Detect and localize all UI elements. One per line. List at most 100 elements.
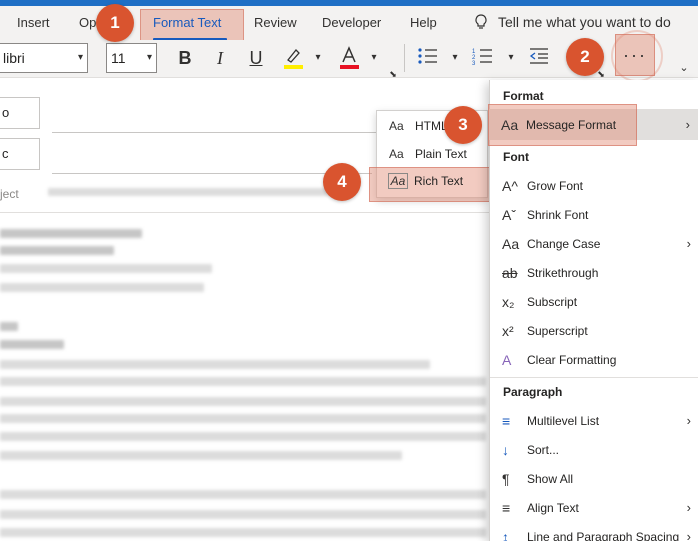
font-section-header: Font — [503, 150, 529, 164]
decrease-indent-button[interactable] — [527, 46, 551, 70]
font-color-icon — [340, 46, 359, 69]
svg-text:3: 3 — [472, 61, 476, 66]
bullet-list-icon — [418, 48, 437, 64]
menu-item-show-all[interactable]: ¶ Show All — [490, 464, 698, 493]
menu-item-message-format[interactable]: Aa Message Format › — [489, 110, 698, 139]
dialog-launcher-icon[interactable]: ⬊ — [388, 62, 398, 86]
tell-me-search[interactable]: Tell me what you want to do — [474, 14, 671, 30]
format-aa-icon: Aa — [388, 173, 408, 189]
font-size-value: 11 — [111, 50, 126, 66]
chevron-down-icon: ▾ — [77, 52, 83, 63]
menu-item-line-spacing[interactable]: ↕ Line and Paragraph Spacing › — [490, 522, 698, 541]
to-button[interactable]: o — [0, 97, 40, 129]
more-options-button[interactable]: ··· — [615, 34, 655, 76]
font-size-combo[interactable]: 11 ▾ — [106, 43, 157, 73]
menu-item-grow-font[interactable]: A^ Grow Font — [490, 171, 698, 200]
menu-item-rich-text[interactable]: Aa Rich Text — [376, 169, 488, 193]
chevron-down-icon[interactable]: ▾ — [450, 46, 460, 70]
menu-item-shrink-font[interactable]: Aˇ Shrink Font — [490, 200, 698, 229]
tell-me-text: Tell me what you want to do — [498, 14, 671, 30]
step-badge-3: 3 — [444, 106, 482, 144]
chevron-right-icon: › — [686, 236, 691, 251]
menu-item-multilevel-list[interactable]: ≡ Multilevel List › — [490, 406, 698, 435]
chevron-down-icon[interactable]: ▾ — [313, 46, 323, 70]
tab-insert[interactable]: Insert — [17, 15, 50, 30]
font-name-combo[interactable]: libri ▾ — [0, 43, 88, 73]
bold-button[interactable]: B — [176, 46, 194, 70]
underline-button[interactable]: U — [247, 46, 265, 70]
italic-button[interactable]: I — [211, 46, 229, 70]
lightbulb-icon — [475, 14, 487, 29]
subject-label: ject — [0, 187, 19, 201]
clear-formatting-icon: A — [502, 351, 512, 368]
bullets-button[interactable] — [416, 46, 440, 70]
subject-field[interactable] — [48, 188, 328, 196]
menu-item-strikethrough[interactable]: ab Strikethrough — [490, 258, 698, 287]
menu-item-label: Align Text — [527, 500, 579, 515]
font-color-button[interactable] — [337, 46, 361, 70]
menu-item-label: Grow Font — [527, 178, 584, 193]
grow-font-icon: A^ — [502, 177, 518, 194]
tab-format-text[interactable]: Format Text — [153, 15, 221, 30]
line-spacing-icon: ↕ — [502, 528, 509, 541]
menu-item-label: Show All — [527, 471, 574, 486]
menu-item-label: Multilevel List — [527, 413, 600, 428]
pilcrow-icon: ¶ — [502, 470, 510, 487]
menu-item-subscript[interactable]: x₂ Subscript — [490, 287, 698, 316]
toolbar-divider — [404, 44, 405, 72]
menu-item-clear-formatting[interactable]: A Clear Formatting — [490, 345, 698, 374]
menu-item-superscript[interactable]: x² Superscript — [490, 316, 698, 345]
tab-help[interactable]: Help — [410, 15, 437, 30]
menu-item-label: Sort... — [527, 442, 560, 457]
menu-item-sort[interactable]: ↓ Sort... — [490, 435, 698, 464]
menu-item-label: Message Format — [526, 117, 617, 132]
change-case-icon: Aa — [502, 235, 520, 252]
decrease-indent-icon — [529, 48, 548, 64]
format-text-overflow-menu: Format Font A^ Grow Font Aˇ Shrink Font … — [489, 80, 698, 541]
menu-item-plain-text[interactable]: Aa Plain Text — [377, 142, 489, 166]
menu-item-label: Clear Formatting — [527, 352, 617, 367]
menu-divider — [490, 377, 698, 378]
menu-item-label: HTML — [415, 119, 448, 133]
menu-item-label: Subscript — [527, 294, 578, 309]
menu-item-align-text[interactable]: ≡ Align Text › — [490, 493, 698, 522]
chevron-down-icon[interactable]: ▾ — [369, 46, 379, 70]
font-name-value: libri — [3, 50, 25, 66]
format-aa-icon: Aa — [389, 147, 404, 161]
tab-review[interactable]: Review — [254, 15, 297, 30]
superscript-icon: x² — [502, 322, 514, 339]
sort-icon: ↓ — [502, 441, 509, 458]
numbering-button[interactable]: 123 — [471, 46, 495, 70]
multilevel-list-icon: ≡ — [502, 412, 511, 429]
format-aa-icon: Aa — [389, 119, 404, 133]
highlighter-icon — [284, 49, 303, 69]
menu-item-label: Rich Text — [414, 174, 464, 188]
align-text-icon: ≡ — [502, 499, 511, 516]
tab-developer[interactable]: Developer — [322, 15, 381, 30]
highlight-color-button[interactable] — [281, 46, 305, 70]
paragraph-section-header: Paragraph — [503, 385, 563, 399]
format-aa-icon: Aa — [501, 116, 519, 133]
chevron-right-icon: › — [686, 500, 691, 515]
tab-options[interactable]: Op — [79, 15, 96, 30]
format-section-header: Format — [503, 89, 544, 103]
chevron-down-icon[interactable]: ▾ — [506, 46, 516, 70]
chevron-down-icon: ▾ — [146, 52, 152, 63]
strikethrough-icon: ab — [502, 264, 518, 281]
menu-item-label: Superscript — [527, 323, 588, 338]
step-badge-4: 4 — [323, 163, 361, 201]
chevron-right-icon: › — [686, 413, 691, 428]
shrink-font-icon: Aˇ — [502, 206, 516, 223]
cc-button[interactable]: c — [0, 138, 40, 170]
collapse-ribbon-icon[interactable]: ⌄ — [677, 56, 691, 80]
subscript-icon: x₂ — [502, 293, 515, 310]
step-badge-2: 2 — [566, 38, 604, 76]
menu-item-label: Plain Text — [415, 147, 467, 161]
menu-item-label: Change Case — [527, 236, 601, 251]
menu-item-change-case[interactable]: Aa Change Case › — [490, 229, 698, 258]
to-field[interactable] — [52, 132, 382, 133]
numbered-list-icon: 123 — [472, 49, 492, 67]
menu-item-label: Strikethrough — [527, 265, 599, 280]
menu-item-label: Line and Paragraph Spacing — [527, 529, 680, 541]
chevron-right-icon: › — [686, 529, 691, 541]
